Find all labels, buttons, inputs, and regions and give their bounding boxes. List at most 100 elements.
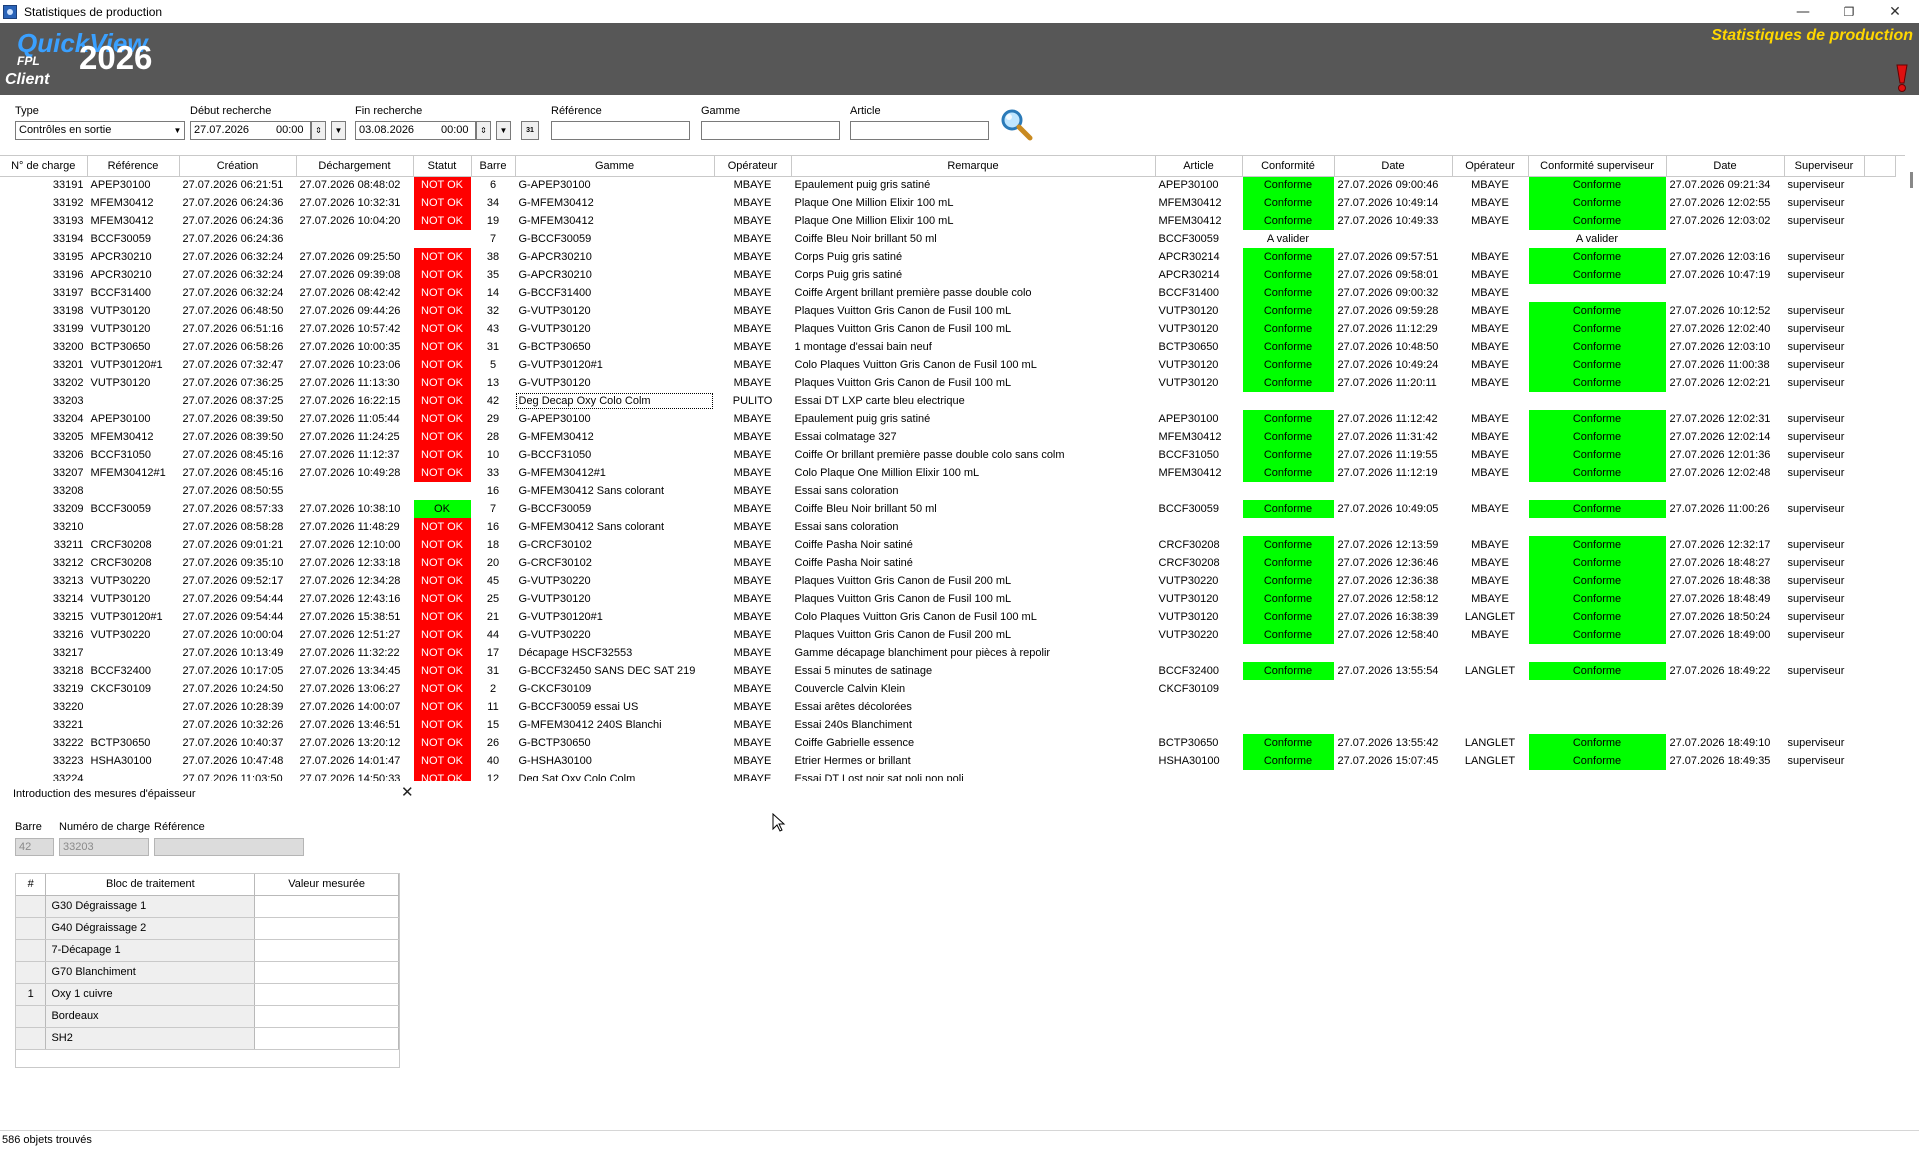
ref-field[interactable] <box>154 838 304 856</box>
measure-row[interactable]: Bordeaux <box>16 1005 399 1028</box>
cell-statut: NOT OK <box>413 266 472 284</box>
table-row[interactable]: 33218 BCCF32400 27.07.2026 10:17:05 27.07.2… <box>0 662 1896 680</box>
table-row[interactable]: 33220 27.07.2026 10:28:39 27.07.2026 14:00… <box>0 698 1896 716</box>
table-row[interactable]: 33207 MFEM30412#1 27.07.2026 08:45:16 27.07… <box>0 464 1896 482</box>
table-row[interactable]: 33194 BCCF30059 27.07.2026 06:24:36 7 G-BCCF… <box>0 230 1896 248</box>
table-row[interactable]: 33215 VUTP30120#1 27.07.2026 09:54:44 27.07… <box>0 608 1896 626</box>
cell-conformite: Conforme <box>1242 428 1335 446</box>
table-row[interactable]: 33212 CRCF30208 27.07.2026 09:35:10 27.07.2… <box>0 554 1896 572</box>
col-header-date-superviseur[interactable]: Date <box>1666 156 1785 177</box>
col-header-date-conformite[interactable]: Date <box>1334 156 1453 177</box>
measure-value-input[interactable] <box>254 1027 399 1050</box>
grid-scrollbar[interactable] <box>1905 155 1919 781</box>
reference-input[interactable] <box>551 121 690 140</box>
debut-date-input[interactable]: 27.07.2026 00:00 <box>190 121 311 140</box>
col-header-gamme[interactable]: Gamme <box>515 156 715 177</box>
alert-icon[interactable] <box>1895 63 1909 93</box>
search-icon[interactable] <box>999 107 1033 141</box>
debut-spinner[interactable]: ⇕ <box>311 121 326 140</box>
cell-charge: 33205 <box>0 428 88 446</box>
gamme-input[interactable] <box>701 121 840 140</box>
table-row[interactable]: 33213 VUTP30220 27.07.2026 09:52:17 27.07.2… <box>0 572 1896 590</box>
measure-value-input[interactable] <box>254 917 399 940</box>
cell-remarque: Corps Puig gris satiné <box>791 266 1156 284</box>
article-input[interactable] <box>850 121 989 140</box>
table-row[interactable]: 33199 VUTP30120 27.07.2026 06:51:16 27.07.2… <box>0 320 1896 338</box>
measure-value-input[interactable] <box>254 961 399 984</box>
cell-article: BCCF32400 <box>1155 662 1243 680</box>
table-row[interactable]: 33211 CRCF30208 27.07.2026 09:01:21 27.07.2… <box>0 536 1896 554</box>
close-icon[interactable]: ✕ <box>401 783 414 801</box>
table-row[interactable]: 33222 BCTP30650 27.07.2026 10:40:37 27.07.2… <box>0 734 1896 752</box>
measure-row[interactable]: G30 Dégraissage 1 <box>16 895 399 918</box>
calendar-icon[interactable]: 31 <box>521 121 539 140</box>
col-header-conformite[interactable]: Conformité <box>1242 156 1335 177</box>
measure-value-input[interactable] <box>254 939 399 962</box>
measure-row[interactable]: 7-Décapage 1 <box>16 939 399 962</box>
table-row[interactable]: 33206 BCCF31050 27.07.2026 08:45:16 27.07.2… <box>0 446 1896 464</box>
col-header-superviseur[interactable]: Superviseur <box>1784 156 1865 177</box>
measure-row[interactable]: G40 Dégraissage 2 <box>16 917 399 940</box>
table-row[interactable]: 33200 BCTP30650 27.07.2026 06:58:26 27.07.2… <box>0 338 1896 356</box>
table-row[interactable]: 33201 VUTP30120#1 27.07.2026 07:32:47 27.07… <box>0 356 1896 374</box>
table-row[interactable]: 33198 VUTP30120 27.07.2026 06:48:50 27.07.2… <box>0 302 1896 320</box>
table-row[interactable]: 33209 BCCF30059 27.07.2026 08:57:33 27.07.2… <box>0 500 1896 518</box>
cell-operateur: MBAYE <box>714 446 792 464</box>
cell-operateur: MBAYE <box>714 608 792 626</box>
col-header-reference[interactable]: Référence <box>87 156 180 177</box>
fin-date-input[interactable]: 03.08.2026 00:00 <box>355 121 476 140</box>
measure-row[interactable]: 1 Oxy 1 cuivre <box>16 983 399 1006</box>
table-row[interactable]: 33192 MFEM30412 27.07.2026 06:24:36 27.07.2… <box>0 194 1896 212</box>
cell-remarque: Coiffe Bleu Noir brillant 50 ml <box>791 230 1156 248</box>
table-row[interactable]: 33191 APEP30100 27.07.2026 06:21:51 27.07.2… <box>0 176 1896 194</box>
fin-spinner[interactable]: ⇕ <box>476 121 491 140</box>
measure-value-input[interactable] <box>254 983 399 1006</box>
table-row[interactable]: 33210 27.07.2026 08:58:28 27.07.2026 11:48… <box>0 518 1896 536</box>
table-row[interactable]: 33224 27.07.2026 11:03:50 27.07.2026 14:50… <box>0 770 1896 781</box>
cell-dechargement: 27.07.2026 11:48:29 <box>296 518 414 536</box>
table-row[interactable]: 33214 VUTP30120 27.07.2026 09:54:44 27.07.2… <box>0 590 1896 608</box>
col-header-operateur-conformite[interactable]: Opérateur <box>1452 156 1529 177</box>
table-row[interactable]: 33221 27.07.2026 10:32:26 27.07.2026 13:46… <box>0 716 1896 734</box>
col-header-conformite-superviseur[interactable]: Conformité superviseur <box>1528 156 1667 177</box>
table-row[interactable]: 33197 BCCF31400 27.07.2026 06:32:24 27.07.2… <box>0 284 1896 302</box>
col-header-creation[interactable]: Création <box>179 156 297 177</box>
table-row[interactable]: 33202 VUTP30120 27.07.2026 07:36:25 27.07.2… <box>0 374 1896 392</box>
cell-operateur-conformite <box>1452 482 1529 500</box>
col-header-barre[interactable]: Barre <box>471 156 516 177</box>
type-select[interactable]: Contrôles en sortie <box>15 121 185 140</box>
cell-creation: 27.07.2026 06:24:36 <box>179 230 297 248</box>
table-row[interactable]: 33205 MFEM30412 27.07.2026 08:39:50 27.07.2… <box>0 428 1896 446</box>
table-row[interactable]: 33223 HSHA30100 27.07.2026 10:47:48 27.07.2… <box>0 752 1896 770</box>
chevron-down-icon[interactable]: ▼ <box>170 121 185 140</box>
table-row[interactable]: 33195 APCR30210 27.07.2026 06:32:24 27.07.2… <box>0 248 1896 266</box>
col-header-remarque[interactable]: Remarque <box>791 156 1156 177</box>
table-row[interactable]: 33193 MFEM30412 27.07.2026 06:24:36 27.07.2… <box>0 212 1896 230</box>
measure-value-input[interactable] <box>254 895 399 918</box>
table-row[interactable]: 33208 27.07.2026 08:50:55 16 G-MFEM30412 Sa… <box>0 482 1896 500</box>
restore-icon[interactable]: ❐ <box>1826 0 1872 23</box>
table-row[interactable]: 33203 27.07.2026 08:37:25 27.07.2026 16:22… <box>0 392 1896 410</box>
col-header-statut[interactable]: Statut <box>413 156 472 177</box>
table-row[interactable]: 33196 APCR30210 27.07.2026 06:32:24 27.07.2… <box>0 266 1896 284</box>
minimize-icon[interactable]: — <box>1780 0 1826 23</box>
close-icon[interactable]: ✕ <box>1872 0 1918 23</box>
table-row[interactable]: 33219 CKCF30109 27.07.2026 10:24:50 27.07.2… <box>0 680 1896 698</box>
table-row[interactable]: 33204 APEP30100 27.07.2026 08:39:50 27.07.2… <box>0 410 1896 428</box>
col-header-dechargement[interactable]: Déchargement <box>296 156 414 177</box>
measure-row[interactable]: G70 Blanchiment <box>16 961 399 984</box>
charge-field[interactable]: 33203 <box>59 838 149 856</box>
fin-dropdown-icon[interactable]: ▼ <box>496 121 511 140</box>
measure-row[interactable]: SH2 <box>16 1027 399 1050</box>
barre-field[interactable]: 42 <box>15 838 54 856</box>
measure-value-input[interactable] <box>254 1005 399 1028</box>
col-header-operateur[interactable]: Opérateur <box>714 156 792 177</box>
col-header-article[interactable]: Article <box>1155 156 1243 177</box>
cell-conformite: Conforme <box>1242 410 1335 428</box>
col-header-charge[interactable]: N° de charge <box>0 156 88 177</box>
cell-barre: 5 <box>471 356 516 374</box>
table-row[interactable]: 33217 27.07.2026 10:13:49 27.07.2026 11:32… <box>0 644 1896 662</box>
table-row[interactable]: 33216 VUTP30220 27.07.2026 10:00:04 27.07.2… <box>0 626 1896 644</box>
cell-date-conformite: 27.07.2026 10:49:14 <box>1334 194 1453 212</box>
debut-dropdown-icon[interactable]: ▼ <box>331 121 346 140</box>
